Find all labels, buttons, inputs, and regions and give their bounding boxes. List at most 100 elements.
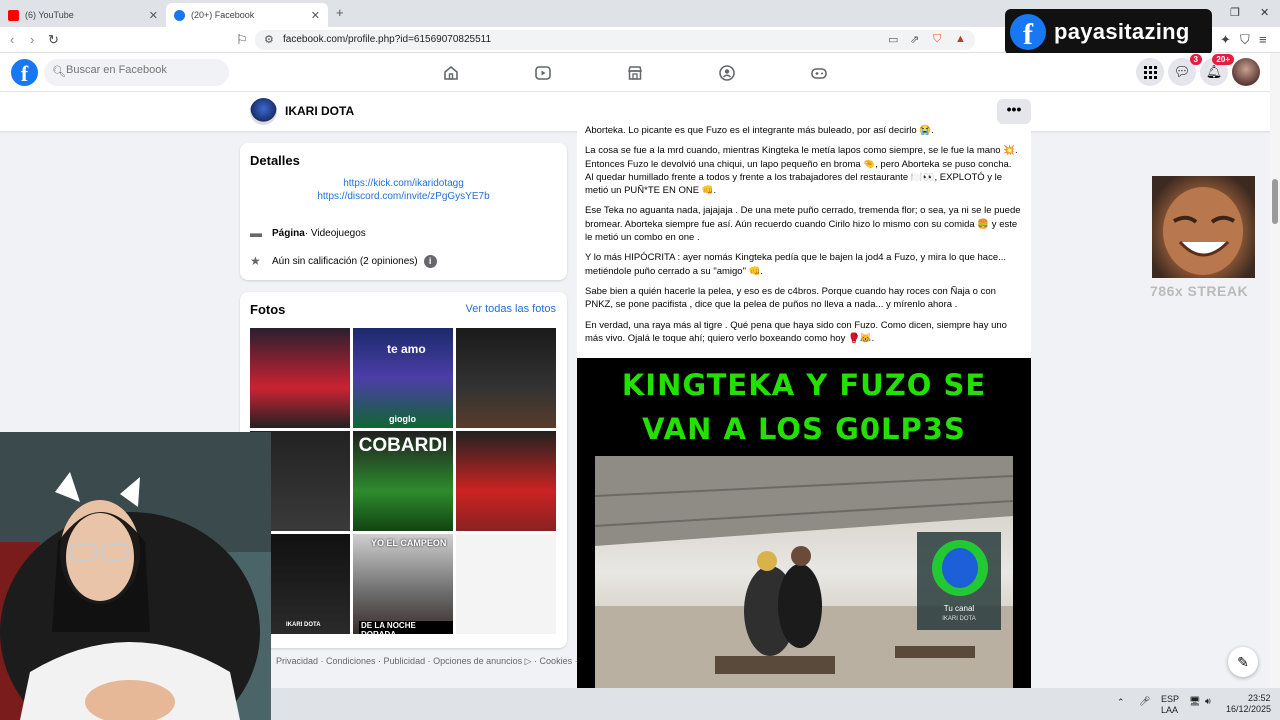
stream-overlay-logo: f payasitazing xyxy=(1005,9,1212,55)
photo-thumb[interactable]: YO EL CAMPEON DE LA NOCHE DORADA xyxy=(353,534,453,634)
page-avatar[interactable] xyxy=(250,98,277,125)
more-options-button[interactable]: ••• xyxy=(997,99,1031,124)
reload-icon[interactable]: ↻ xyxy=(48,32,59,48)
watermark-label: Tu canal xyxy=(943,604,975,613)
category-label: Página xyxy=(272,227,305,239)
rewards-icon[interactable]: ▲ xyxy=(955,33,966,45)
overlay-brand-text: payasitazing xyxy=(1054,19,1190,44)
rating-row: ★ Aún sin calificación (2 opiniones) i xyxy=(250,254,437,268)
url-field[interactable]: ⚙ facebook.com/profile.php?id=6156907082… xyxy=(255,30,975,50)
post-paragraph: En verdad, una raya más al tigre . Qué p… xyxy=(585,319,1007,344)
info-icon[interactable]: i xyxy=(423,254,437,268)
post: Aborteka. Lo picante es que Fuzo es el i… xyxy=(577,125,1031,688)
photo-thumb[interactable]: COBARDI xyxy=(353,431,453,531)
reaction-image xyxy=(1152,176,1255,278)
discord-link[interactable]: https://discord.com/invite/zPgGysYE7b xyxy=(240,191,567,202)
close-icon[interactable]: ✕ xyxy=(149,9,158,22)
search-box[interactable]: 🔍︎ xyxy=(44,59,229,86)
post-video[interactable]: KINGTEKA Y FUZO SE VAN A LOS G0LP3S Tu c… xyxy=(577,358,1031,688)
vpn-icon[interactable]: ⛉ xyxy=(1240,32,1250,48)
photo-caption: gioglo xyxy=(389,414,416,424)
leo-icon[interactable]: ✦ xyxy=(1220,32,1231,48)
lang-code[interactable]: ESP xyxy=(1161,694,1179,704)
footer-links[interactable]: Privacidad · Condiciones · Publicidad · … xyxy=(276,656,597,667)
page-name[interactable]: IKARI DOTA xyxy=(285,104,354,118)
brave-shield-icon[interactable]: ⛉ xyxy=(933,33,941,46)
grid-icon xyxy=(1143,65,1157,79)
photo-caption: IKARI DOTA xyxy=(286,622,321,628)
post-paragraph: Sabe bien a quién hacerle la pelea, y es… xyxy=(585,285,996,311)
new-tab-button[interactable]: + xyxy=(336,5,344,20)
scrollbar-thumb[interactable] xyxy=(1272,179,1278,224)
maximize-icon[interactable]: ❐ xyxy=(1230,6,1240,19)
post-text: Aborteka. Lo picante es que Fuzo es el i… xyxy=(577,124,1031,352)
photos-title: Fotos xyxy=(250,302,286,317)
tab-youtube[interactable]: (6) YouTube ✕ xyxy=(0,3,166,27)
post-paragraph: Aborteka. Lo picante es que Fuzo es el i… xyxy=(585,125,934,136)
photo-caption: YO EL CAMPEON xyxy=(371,538,447,548)
share-icon[interactable]: ⇗ xyxy=(910,33,919,46)
search-input[interactable] xyxy=(66,64,216,76)
url-text: facebook.com/profile.php?id=615690708255… xyxy=(283,34,492,45)
tab-facebook[interactable]: (20+) Facebook ✕ xyxy=(166,3,328,27)
gaming-icon[interactable] xyxy=(808,62,830,84)
profile-avatar[interactable] xyxy=(1232,58,1260,86)
page-scrollbar[interactable] xyxy=(1270,53,1280,688)
back-icon[interactable]: ‹ xyxy=(10,32,14,47)
bird-icon xyxy=(942,548,978,588)
site-info-icon[interactable]: ⚙ xyxy=(264,33,274,46)
network-icon[interactable]: 🖥︎ xyxy=(1189,696,1200,707)
tab-label: (6) YouTube xyxy=(25,10,74,20)
messenger-icon: 💬︎ xyxy=(1173,64,1191,79)
lang-region[interactable]: LAA xyxy=(1161,705,1178,715)
notifications-button[interactable]: 🔔︎ 20+ xyxy=(1200,54,1234,86)
home-icon[interactable] xyxy=(440,62,462,84)
bookmark-icon[interactable]: ⚐ xyxy=(236,32,248,48)
facebook-icon xyxy=(174,9,185,21)
clock-time[interactable]: 23:52 xyxy=(1248,693,1271,703)
groups-icon[interactable] xyxy=(716,62,738,84)
forward-icon[interactable]: › xyxy=(30,32,34,47)
see-all-photos-link[interactable]: Ver todas las fotos xyxy=(466,303,557,315)
compose-icon: ✎ xyxy=(1237,654,1249,670)
photo-thumb[interactable] xyxy=(456,431,556,531)
photo-thumb[interactable] xyxy=(250,328,350,428)
chevron-up-icon[interactable]: ⌃ xyxy=(1117,697,1125,708)
volume-icon[interactable]: 🔊︎ xyxy=(1205,696,1211,707)
post-paragraph: Y lo más HIPÓCRITA : ayer nomás Kingteka… xyxy=(585,252,1007,277)
streak-text: 786x STREAK xyxy=(1150,283,1249,299)
category-row: ▬ Página · Videojuegos xyxy=(250,226,366,240)
messenger-button[interactable]: 💬︎ 3 xyxy=(1168,54,1202,86)
youtube-icon xyxy=(8,9,19,21)
new-message-button[interactable]: ✎ xyxy=(1228,647,1258,677)
photo-thumb[interactable]: te amo gioglo xyxy=(353,328,453,428)
clock-date[interactable]: 16/12/2025 xyxy=(1226,704,1271,714)
facebook-header: f 🔍︎ 💬︎ 3 🔔︎ 20+ xyxy=(0,53,1280,92)
kick-link[interactable]: https://kick.com/ikaridotagg xyxy=(240,178,567,189)
post-paragraph: La cosa se fue a la mrd cuando, mientras… xyxy=(585,145,1018,197)
photo-thumb[interactable] xyxy=(456,534,556,634)
photo-caption: te amo xyxy=(387,342,426,356)
microphone-icon[interactable]: 🎤︎ xyxy=(1139,696,1150,707)
facebook-logo[interactable]: f xyxy=(11,59,38,86)
notifications-badge: 20+ xyxy=(1212,54,1234,65)
window-close-icon[interactable]: ✕ xyxy=(1260,6,1269,19)
details-card: Detalles https://kick.com/ikaridotagg ht… xyxy=(240,143,567,280)
rating-text: Aún sin calificación (2 opiniones) xyxy=(272,255,418,267)
taskbar: ⌃ 🎤︎ ESP LAA 🖥︎ 🔊︎ 23:52 16/12/2025 xyxy=(271,688,1280,720)
channel-watermark: Tu canal IKARI DOTA xyxy=(917,532,1001,630)
close-icon[interactable]: ✕ xyxy=(311,9,320,22)
marketplace-icon[interactable] xyxy=(624,62,646,84)
facebook-logo-icon: f xyxy=(1010,14,1046,51)
watermark-name: IKARI DOTA xyxy=(942,616,976,622)
photo-thumb[interactable] xyxy=(456,328,556,428)
post-paragraph: Ese Teka no aguanta nada, jajajaja . De … xyxy=(585,205,1021,244)
menu-icon[interactable]: ≡ xyxy=(1259,32,1267,47)
screen-icon[interactable]: ▭ xyxy=(888,33,898,46)
video-title-line1: KINGTEKA Y FUZO SE xyxy=(621,368,987,402)
category-value: · Videojuegos xyxy=(304,227,366,239)
menu-grid-button[interactable] xyxy=(1136,58,1164,86)
video-icon[interactable] xyxy=(532,62,554,84)
details-title: Detalles xyxy=(250,153,300,168)
channel-avatar xyxy=(932,540,988,596)
